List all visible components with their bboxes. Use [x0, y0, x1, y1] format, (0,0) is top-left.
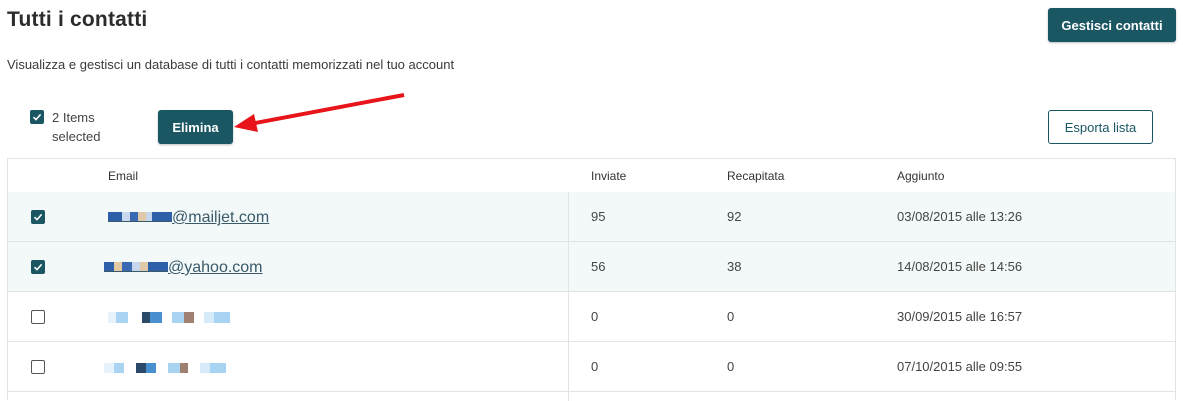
select-all-checkbox[interactable] — [30, 110, 44, 124]
table-row[interactable]: 0 0 30/09/2015 alle 16:57 — [8, 292, 1175, 342]
table-row[interactable]: 0 0 07/10/2015 alle 09:55 — [8, 342, 1175, 392]
manage-contacts-button[interactable]: Gestisci contatti — [1048, 8, 1176, 42]
redacted-email-icon — [108, 312, 230, 323]
sent-count: 0 — [591, 359, 599, 374]
row-checkbox[interactable] — [31, 360, 45, 374]
delivered-count: 92 — [727, 209, 742, 224]
added-date: 07/10/2015 alle 09:55 — [897, 359, 1023, 374]
column-header-added[interactable]: Aggiunto — [897, 169, 944, 183]
redacted-email-icon — [104, 262, 168, 272]
row-checkbox[interactable] — [31, 260, 45, 274]
redacted-email-icon — [104, 363, 226, 373]
email-domain: @yahoo.com — [168, 259, 263, 276]
page-title: Tutti i contatti — [7, 8, 148, 31]
sent-count: 56 — [591, 259, 606, 274]
column-divider — [568, 192, 569, 401]
column-header-sent[interactable]: Inviate — [591, 169, 626, 183]
row-checkbox[interactable] — [31, 210, 45, 224]
delete-button[interactable]: Elimina — [158, 110, 233, 144]
redacted-email-icon — [108, 212, 172, 222]
delivered-count: 38 — [727, 259, 742, 274]
added-date: 14/08/2015 alle 14:56 — [897, 259, 1023, 274]
row-checkbox[interactable] — [31, 310, 45, 324]
added-date: 03/08/2015 alle 13:26 — [897, 209, 1023, 224]
added-date: 30/09/2015 alle 16:57 — [897, 309, 1023, 324]
sent-count: 95 — [591, 209, 606, 224]
column-header-email[interactable]: Email — [108, 169, 138, 183]
sent-count: 0 — [591, 309, 599, 324]
table-row[interactable]: @mailjet.com 95 92 03/08/2015 alle 13:26 — [8, 192, 1175, 242]
email-domain: @mailjet.com — [172, 209, 270, 226]
table-header: Email Inviate Recapitata Aggiunto — [8, 159, 1175, 193]
annotation-arrow-icon — [234, 93, 405, 132]
column-header-delivered[interactable]: Recapitata — [727, 169, 784, 183]
delivered-count: 0 — [727, 309, 735, 324]
selection-count-label: 2 Items selected — [52, 110, 101, 144]
contacts-table: Email Inviate Recapitata Aggiunto @mailj… — [7, 158, 1176, 401]
table-row[interactable]: @yahoo.com 56 38 14/08/2015 alle 14:56 — [8, 242, 1175, 292]
page-subtitle: Visualizza e gestisci un database di tut… — [7, 57, 455, 72]
delivered-count: 0 — [727, 359, 735, 374]
export-list-button[interactable]: Esporta lista — [1048, 110, 1153, 144]
